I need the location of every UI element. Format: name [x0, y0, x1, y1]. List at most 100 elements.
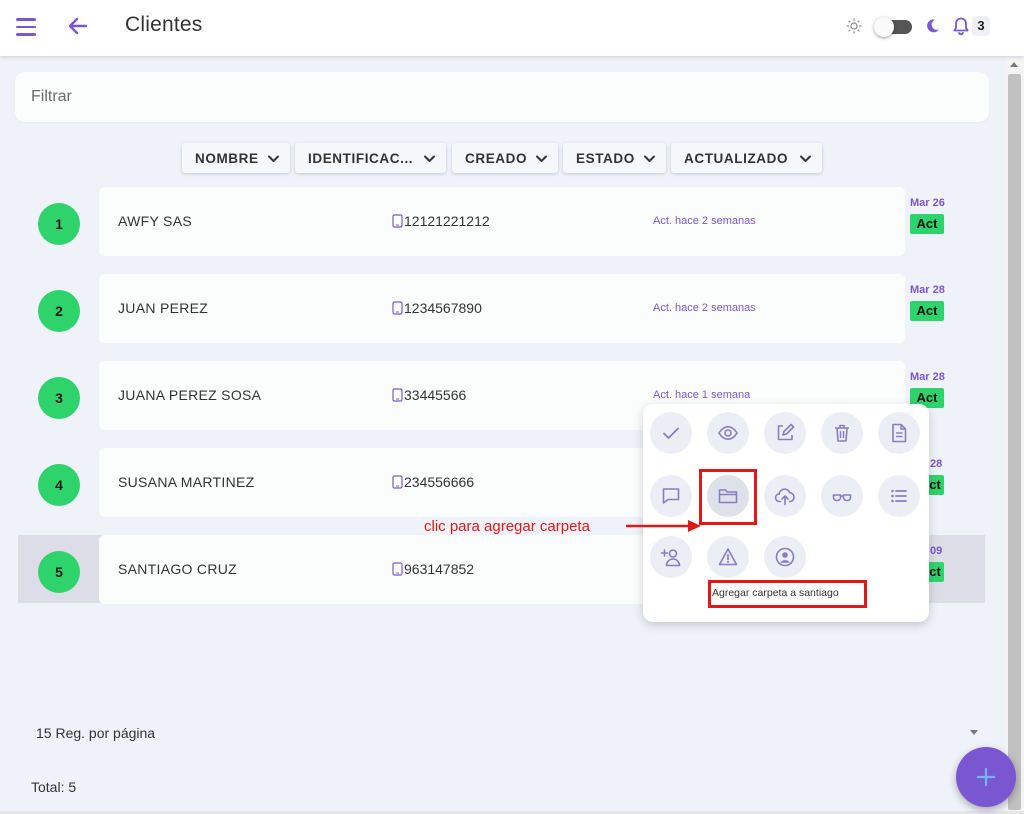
- add-user-button[interactable]: [650, 536, 692, 578]
- client-id-value: 963147852: [404, 561, 475, 577]
- updated-ago: Act. hace 1 semana: [653, 389, 751, 401]
- comment-button[interactable]: [650, 475, 692, 517]
- sort-identificacion-label: IDENTIFICAC...: [308, 150, 414, 166]
- sort-actualizado-button[interactable]: ACTUALIZADO: [671, 143, 822, 173]
- phone-id-icon: [392, 301, 403, 315]
- sun-icon: [846, 18, 862, 34]
- status-badge: Act: [910, 214, 944, 234]
- moon-icon: [927, 19, 939, 33]
- bell-icon[interactable]: [950, 15, 972, 37]
- approve-button[interactable]: [650, 412, 692, 454]
- chevron-down-icon: [268, 155, 279, 162]
- review-button[interactable]: [821, 475, 863, 517]
- filter-input[interactable]: [31, 72, 971, 122]
- client-row[interactable]: JUAN PEREZ 1234567890 Act. hace 2 semana…: [99, 274, 905, 343]
- row-number: 3: [38, 377, 80, 419]
- annotation-highlight-box: [699, 469, 757, 525]
- phone-id-icon: [392, 214, 403, 228]
- updated-ago: Act. hace 2 semanas: [653, 302, 756, 314]
- page-title: Clientes: [125, 13, 203, 36]
- sort-actualizado-label: ACTUALIZADO: [684, 150, 789, 166]
- warning-icon: [718, 548, 738, 566]
- chevron-down-icon: [800, 155, 811, 162]
- list-icon: [891, 489, 907, 503]
- toggle-thumb: [874, 17, 894, 37]
- add-client-button[interactable]: [956, 747, 1016, 807]
- sort-estado-label: ESTADO: [576, 150, 635, 166]
- rows-per-page-label: 15 Reg. por página: [36, 725, 156, 741]
- client-id-value: 234556666: [404, 474, 475, 490]
- chevron-down-icon: [424, 155, 435, 162]
- row-number: 5: [38, 551, 80, 593]
- client-id: 234556666: [392, 474, 474, 490]
- user-circle-icon: [775, 547, 795, 567]
- trash-icon: [835, 424, 849, 442]
- theme-toggle[interactable]: [874, 17, 914, 37]
- sort-nombre-label: NOMBRE: [195, 150, 259, 166]
- row-date: Mar 28: [910, 284, 945, 296]
- client-name: AWFY SAS: [118, 213, 192, 229]
- client-name: JUAN PEREZ: [118, 300, 209, 316]
- client-name: SUSANA MARTINEZ: [118, 474, 255, 490]
- action-tooltip: Agregar carpeta a santiago: [712, 587, 839, 599]
- phone-id-icon: [392, 388, 403, 402]
- edit-button[interactable]: [764, 412, 806, 454]
- total-count: Total: 5: [31, 779, 77, 795]
- plus-icon: [976, 767, 996, 787]
- edit-icon: [777, 423, 795, 441]
- sort-creado-button[interactable]: CREADO: [452, 143, 558, 173]
- document-icon: [892, 423, 907, 443]
- phone-id-icon: [392, 562, 403, 576]
- row-actions-popup: Agregar carpeta a santiago: [643, 404, 929, 622]
- row-number: 1: [38, 203, 80, 245]
- row-number: 2: [38, 290, 80, 332]
- sort-nombre-button[interactable]: NOMBRE: [182, 143, 290, 173]
- row-date: 28: [930, 458, 943, 470]
- phone-id-icon: [392, 475, 403, 489]
- client-row[interactable]: AWFY SAS 12121221212 Act. hace 2 semanas: [99, 187, 905, 256]
- client-name: SANTIAGO CRUZ: [118, 561, 238, 577]
- sort-estado-button[interactable]: ESTADO: [563, 143, 666, 173]
- cloud-upload-icon: [774, 488, 795, 506]
- chevron-down-icon: [644, 155, 655, 162]
- annotation-text: clic para agregar carpeta: [424, 518, 590, 535]
- back-arrow-icon[interactable]: [64, 12, 92, 40]
- per-page-caret-icon[interactable]: [970, 730, 978, 735]
- glasses-icon: [832, 494, 852, 502]
- list-button[interactable]: [878, 475, 920, 517]
- menu-icon[interactable]: [16, 14, 42, 40]
- comment-icon: [662, 488, 680, 504]
- updated-ago: Act. hace 2 semanas: [653, 215, 756, 227]
- view-button[interactable]: [707, 412, 749, 454]
- scroll-up-icon[interactable]: [1010, 62, 1018, 67]
- alert-button[interactable]: [707, 536, 749, 578]
- check-icon: [663, 427, 679, 439]
- client-name: JUANA PEREZ SOSA: [118, 387, 262, 403]
- annotation-arrow-icon: [626, 520, 701, 532]
- filter-box: [15, 72, 989, 122]
- client-id-value: 33445566: [404, 387, 467, 403]
- row-date: 09: [930, 545, 943, 557]
- sort-creado-label: CREADO: [465, 150, 528, 166]
- upload-button[interactable]: [764, 475, 806, 517]
- row-date: Mar 26: [910, 197, 945, 209]
- client-id-value: 1234567890: [404, 300, 482, 316]
- scrollbar-thumb[interactable]: [1008, 74, 1021, 810]
- client-id: 12121221212: [392, 213, 490, 229]
- delete-button[interactable]: [821, 412, 863, 454]
- row-date: Mar 28: [910, 371, 945, 383]
- client-id: 33445566: [392, 387, 466, 403]
- eye-icon: [718, 425, 738, 441]
- status-badge: Act: [910, 301, 944, 321]
- profile-button[interactable]: [764, 536, 806, 578]
- document-button[interactable]: [878, 412, 920, 454]
- chevron-down-icon: [536, 155, 547, 162]
- top-app-bar: Clientes 3: [0, 0, 1024, 56]
- client-id-value: 12121221212: [404, 213, 490, 229]
- client-id: 963147852: [392, 561, 474, 577]
- client-id: 1234567890: [392, 300, 482, 316]
- sort-identificacion-button[interactable]: IDENTIFICAC...: [295, 143, 446, 173]
- row-number: 4: [38, 464, 80, 506]
- notification-badge: 3: [972, 16, 990, 36]
- add-user-icon: [660, 549, 681, 567]
